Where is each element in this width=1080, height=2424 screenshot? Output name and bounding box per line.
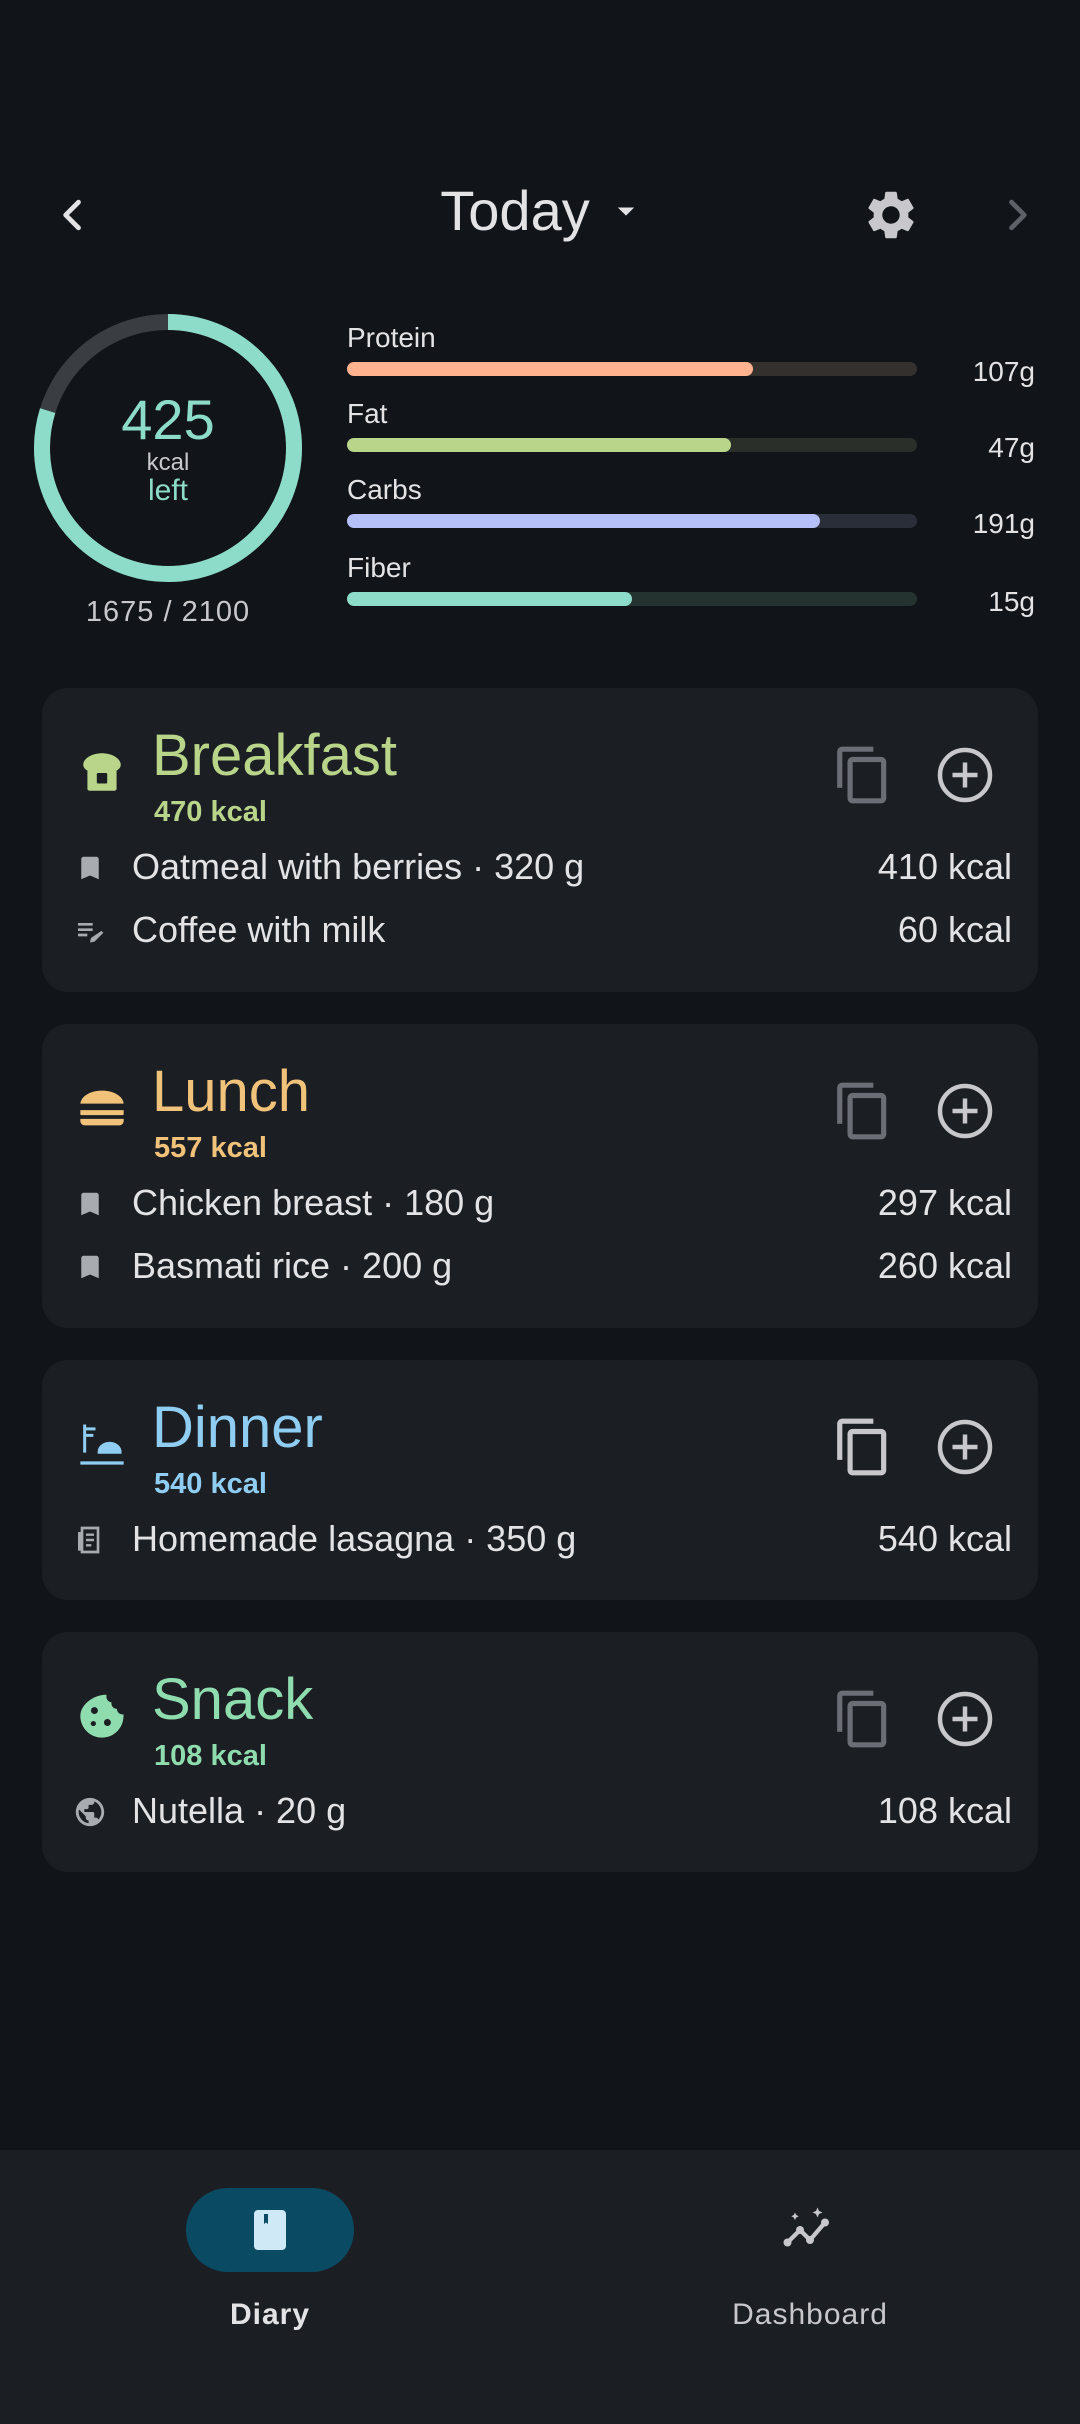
- calories-remaining: 425 kcal left: [30, 310, 306, 586]
- nav-label: Dashboard: [732, 2298, 888, 2331]
- insights-icon: [783, 2207, 829, 2247]
- meal-card-lunch[interactable]: Lunch 557 kcal Chicken breast · 180 g 29…: [42, 1024, 1038, 1328]
- daily-summary: 425 kcal left 1675 / 2100 Protein 107g F…: [0, 300, 1080, 640]
- nav-diary[interactable]: Diary: [120, 2188, 420, 2338]
- nav-icon-container: [726, 2188, 894, 2272]
- burger-icon: [74, 1080, 130, 1136]
- food-entry[interactable]: Coffee with milk 60 kcal: [72, 903, 1012, 959]
- meal-kcal: 557 kcal: [154, 1132, 267, 1164]
- cookie-icon: [74, 1688, 130, 1744]
- food-entry[interactable]: Basmati rice · 200 g 260 kcal: [72, 1239, 1012, 1295]
- toast-icon: [74, 744, 130, 800]
- macro-track: [347, 514, 917, 528]
- globe-icon: [72, 1794, 108, 1830]
- settings-button[interactable]: [846, 170, 936, 260]
- food-name: Basmati rice · 200 g: [132, 1245, 453, 1286]
- food-name: Coffee with milk: [132, 909, 386, 950]
- macro-fill: [347, 438, 731, 452]
- macro-protein: Protein 107g: [347, 322, 1047, 392]
- add-circle-icon: [937, 1691, 993, 1747]
- meal-title: Dinner: [152, 1395, 323, 1460]
- macro-fill: [347, 592, 632, 606]
- add-food-button[interactable]: [930, 1684, 1000, 1754]
- macro-fill: [347, 362, 754, 376]
- copy-icon: [837, 1690, 887, 1748]
- macro-label: Carbs: [347, 474, 422, 505]
- calories-left-label: left: [147, 474, 189, 507]
- macro-value: 191g: [972, 508, 1035, 539]
- chevron-right-icon: [1009, 199, 1027, 231]
- food-entry[interactable]: Oatmeal with berries · 320 g 410 kcal: [72, 840, 1012, 896]
- top-app-bar: Today: [0, 150, 1080, 280]
- food-entry[interactable]: Chicken breast · 180 g 297 kcal: [72, 1176, 1012, 1232]
- bottom-navigation: Diary Dashboard: [0, 2150, 1080, 2424]
- add-food-button[interactable]: [930, 1412, 1000, 1482]
- food-entry[interactable]: Nutella · 20 g 108 kcal: [72, 1784, 1012, 1840]
- add-circle-icon: [937, 1083, 993, 1139]
- food-kcal: 410 kcal: [877, 846, 1012, 887]
- add-food-button[interactable]: [930, 740, 1000, 810]
- food-name: Nutella · 20 g: [132, 1790, 347, 1831]
- macro-label: Protein: [347, 322, 436, 353]
- macro-track: [347, 438, 917, 452]
- calories-consumed-total: 1675 / 2100: [85, 596, 251, 628]
- gear-icon: [868, 191, 914, 239]
- food-name: Oatmeal with berries · 320 g: [132, 846, 585, 887]
- book-icon: [254, 2210, 286, 2250]
- macro-label: Fat: [347, 398, 388, 429]
- copy-meal-button[interactable]: [828, 1412, 898, 1482]
- add-food-button[interactable]: [930, 1076, 1000, 1146]
- meal-card-breakfast[interactable]: Breakfast 470 kcal Oatmeal with berries …: [42, 688, 1038, 992]
- meal-card-snack[interactable]: Snack 108 kcal Nutella · 20 g 108 kcal: [42, 1632, 1038, 1872]
- macro-value: 15g: [988, 586, 1035, 617]
- dinner-dish-icon: [74, 1416, 130, 1472]
- add-circle-icon: [937, 1419, 993, 1475]
- macro-fat: Fat 47g: [347, 398, 1047, 468]
- meal-title: Lunch: [152, 1059, 311, 1124]
- food-kcal: 297 kcal: [877, 1182, 1012, 1223]
- copy-meal-button[interactable]: [828, 740, 898, 810]
- macro-fiber: Fiber 15g: [347, 552, 1047, 622]
- macro-track: [347, 592, 917, 606]
- meal-kcal: 540 kcal: [154, 1468, 267, 1500]
- copy-icon: [837, 746, 887, 804]
- next-day-button[interactable]: [972, 170, 1062, 260]
- macro-value: 107g: [972, 356, 1035, 387]
- macro-carbs: Carbs 191g: [347, 474, 1047, 544]
- edit-note-icon: [72, 913, 108, 949]
- bookmark-icon: [72, 1249, 108, 1285]
- copy-icon: [837, 1418, 887, 1476]
- food-kcal: 540 kcal: [877, 1518, 1012, 1559]
- copy-meal-button[interactable]: [828, 1076, 898, 1146]
- page-title: Today: [440, 179, 590, 242]
- nav-dashboard[interactable]: Dashboard: [660, 2188, 960, 2338]
- meal-title: Snack: [152, 1667, 314, 1732]
- macro-value: 47g: [988, 432, 1035, 463]
- add-circle-icon: [937, 747, 993, 803]
- food-kcal: 260 kcal: [877, 1245, 1012, 1286]
- food-kcal: 60 kcal: [897, 909, 1012, 950]
- bookmark-icon: [72, 850, 108, 886]
- calories-unit: kcal: [146, 449, 190, 476]
- food-name: Homemade lasagna · 350 g: [132, 1518, 577, 1559]
- macro-track: [347, 362, 917, 376]
- food-name: Chicken breast · 180 g: [132, 1182, 495, 1223]
- meal-card-dinner[interactable]: Dinner 540 kcal Homemade lasagna · 350 g…: [42, 1360, 1038, 1600]
- meal-kcal: 108 kcal: [154, 1740, 267, 1772]
- meal-kcal: 470 kcal: [154, 796, 267, 828]
- copy-icon: [837, 1082, 887, 1140]
- macro-label: Fiber: [347, 552, 411, 583]
- dropdown-arrow-icon: [617, 207, 634, 216]
- food-entry[interactable]: Homemade lasagna · 350 g 540 kcal: [72, 1512, 1012, 1568]
- recipe-icon: [72, 1522, 108, 1558]
- food-kcal: 108 kcal: [877, 1790, 1012, 1831]
- calories-left-value: 425: [121, 388, 215, 451]
- nav-label: Diary: [229, 2298, 311, 2331]
- bookmark-icon: [72, 1186, 108, 1222]
- meal-title: Breakfast: [152, 723, 397, 788]
- nav-active-indicator: [186, 2188, 354, 2272]
- macro-fill: [347, 514, 821, 528]
- copy-meal-button[interactable]: [828, 1684, 898, 1754]
